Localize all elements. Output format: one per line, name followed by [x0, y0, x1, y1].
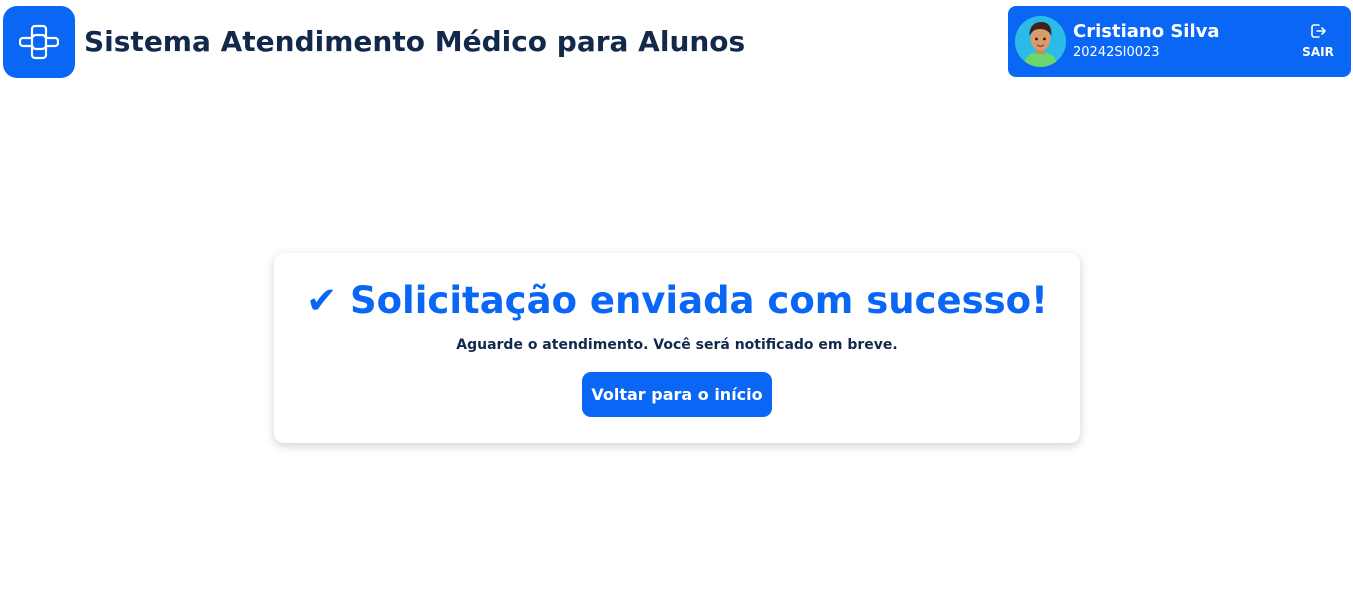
logout-label: SAIR: [1302, 45, 1334, 59]
user-name: Cristiano Silva: [1073, 21, 1220, 42]
logout-button[interactable]: SAIR: [1298, 22, 1338, 64]
app-logo[interactable]: [3, 6, 75, 78]
avatar-illustration: [1015, 16, 1066, 67]
medical-cross-icon: [19, 24, 59, 60]
logout-icon: [1311, 24, 1326, 38]
back-to-home-button[interactable]: Voltar para o início: [582, 372, 772, 417]
success-title: ✔ Solicitação enviada com sucesso!: [306, 279, 1048, 322]
user-card: Cristiano Silva 20242SI0023 SAIR: [1008, 6, 1351, 77]
app-title: Sistema Atendimento Médico para Alunos: [84, 25, 746, 58]
user-avatar[interactable]: [1015, 16, 1066, 67]
user-id: 20242SI0023: [1073, 45, 1160, 60]
app-header: Sistema Atendimento Médico para Alunos C…: [0, 0, 1353, 84]
success-message: Aguarde o atendimento. Você será notific…: [456, 337, 898, 353]
confirmation-card: ✔ Solicitação enviada com sucesso! Aguar…: [274, 253, 1080, 443]
